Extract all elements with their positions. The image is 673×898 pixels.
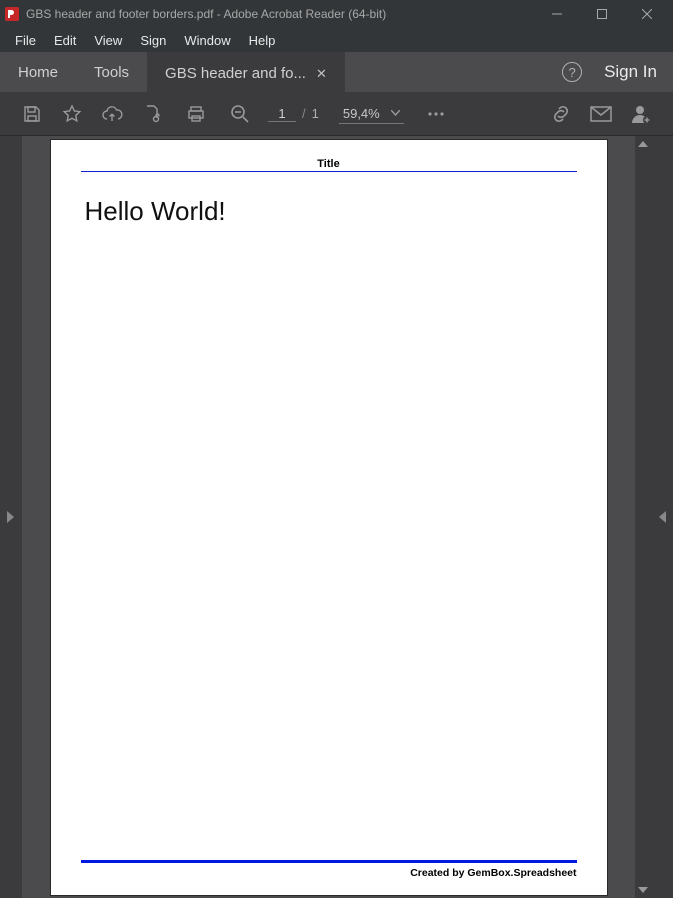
more-icon[interactable] bbox=[416, 92, 456, 136]
tab-home[interactable]: Home bbox=[0, 52, 76, 92]
pdf-page: Title Hello World! Created by GemBox.Spr… bbox=[51, 140, 607, 895]
help-icon[interactable]: ? bbox=[562, 62, 582, 82]
menu-window[interactable]: Window bbox=[175, 31, 239, 50]
toolbar: / 1 59,4% bbox=[0, 92, 673, 136]
app-icon bbox=[4, 6, 20, 22]
menu-file[interactable]: File bbox=[6, 31, 45, 50]
page-current-input[interactable] bbox=[268, 106, 296, 122]
close-button[interactable] bbox=[624, 0, 669, 28]
menubar: File Edit View Sign Window Help bbox=[0, 28, 673, 52]
scroll-up-icon[interactable] bbox=[635, 136, 651, 152]
signin-button[interactable]: Sign In bbox=[604, 62, 657, 82]
page-slash: / bbox=[302, 106, 306, 121]
maximize-button[interactable] bbox=[579, 0, 624, 28]
page-footer-border bbox=[81, 860, 577, 863]
zoom-selector[interactable]: 59,4% bbox=[339, 104, 404, 124]
menu-edit[interactable]: Edit bbox=[45, 31, 85, 50]
scroll-down-icon[interactable] bbox=[635, 882, 651, 898]
page-footer: Created by GemBox.Spreadsheet bbox=[81, 867, 577, 879]
save-icon[interactable] bbox=[12, 92, 52, 136]
minimize-button[interactable] bbox=[534, 0, 579, 28]
window-controls bbox=[534, 0, 669, 28]
page-header: Title bbox=[81, 158, 577, 172]
titlebar: GBS header and footer borders.pdf - Adob… bbox=[0, 0, 673, 28]
left-panel-toggle[interactable] bbox=[0, 136, 22, 898]
page-navigator: / 1 bbox=[268, 106, 319, 122]
right-panel-toggle[interactable] bbox=[651, 136, 673, 898]
document-area: Title Hello World! Created by GemBox.Spr… bbox=[0, 136, 673, 898]
print-icon[interactable] bbox=[176, 92, 216, 136]
tab-tools[interactable]: Tools bbox=[76, 52, 147, 92]
vertical-scrollbar[interactable] bbox=[635, 136, 651, 898]
star-icon[interactable] bbox=[52, 92, 92, 136]
chevron-down-icon bbox=[391, 110, 400, 116]
menu-help[interactable]: Help bbox=[240, 31, 285, 50]
window-title: GBS header and footer borders.pdf - Adob… bbox=[26, 7, 534, 21]
menu-sign[interactable]: Sign bbox=[131, 31, 175, 50]
tabbar: Home Tools GBS header and fo... ✕ ? Sign… bbox=[0, 52, 673, 92]
page-body-text: Hello World! bbox=[85, 196, 226, 227]
page-total: 1 bbox=[312, 106, 319, 121]
link-icon[interactable] bbox=[541, 92, 581, 136]
tab-home-label: Home bbox=[18, 64, 58, 81]
viewport[interactable]: Title Hello World! Created by GemBox.Spr… bbox=[22, 136, 635, 898]
tab-tools-label: Tools bbox=[94, 64, 129, 81]
zoom-out-icon[interactable] bbox=[220, 92, 260, 136]
menu-view[interactable]: View bbox=[85, 31, 131, 50]
tab-document-label: GBS header and fo... bbox=[165, 65, 306, 82]
tab-close-icon[interactable]: ✕ bbox=[316, 66, 327, 82]
zoom-value: 59,4% bbox=[343, 106, 383, 121]
cloud-upload-icon[interactable] bbox=[92, 92, 132, 136]
page-lock-icon[interactable] bbox=[132, 92, 172, 136]
profile-icon[interactable] bbox=[621, 92, 661, 136]
email-icon[interactable] bbox=[581, 92, 621, 136]
tab-document[interactable]: GBS header and fo... ✕ bbox=[147, 52, 345, 92]
